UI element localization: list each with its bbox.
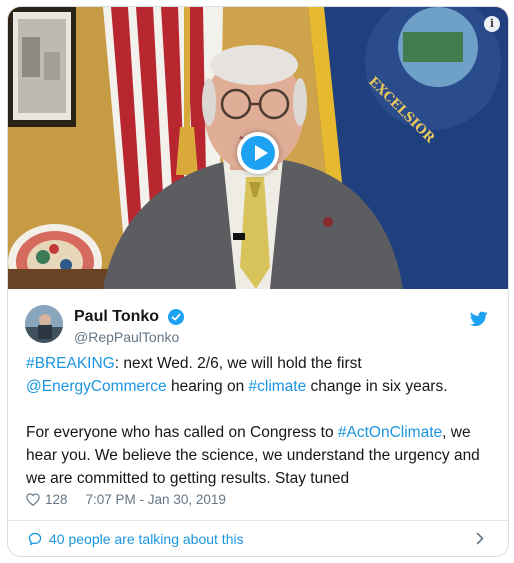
speech-bubble-icon <box>28 532 42 545</box>
chevron-right-icon <box>476 532 484 545</box>
tweet-timestamp[interactable]: 7:07 PM - Jan 30, 2019 <box>86 492 226 507</box>
tweet-text-segment: change in six years. <box>306 378 448 395</box>
play-icon <box>255 145 268 161</box>
author-handle[interactable]: @RepPaulTonko <box>74 329 179 345</box>
tweet-paragraph: #BREAKING: next Wed. 2/6, we will hold t… <box>26 352 496 398</box>
talking-about-link[interactable]: 40 people are talking about this <box>8 521 508 556</box>
heart-icon[interactable] <box>26 492 40 506</box>
author-name[interactable]: Paul Tonko <box>74 308 159 326</box>
tweet-text-segment: hearing on <box>166 378 249 395</box>
tweet-card: EXCELSIOR i Paul Tonko @RepPaulTonko #BR… <box>7 6 509 557</box>
avatar[interactable] <box>25 305 63 343</box>
mention-energycommerce[interactable]: @EnergyCommerce <box>26 378 167 395</box>
tweet-paragraph: For everyone who has called on Congress … <box>26 421 496 490</box>
tweet-meta: 128 7:07 PM - Jan 30, 2019 <box>26 489 226 509</box>
hashtag-actonclimate[interactable]: #ActOnClimate <box>338 424 442 441</box>
hashtag-climate[interactable]: #climate <box>249 378 307 395</box>
tweet-text-segment: For everyone who has called on Congress … <box>26 424 338 441</box>
verified-badge-icon <box>168 309 184 325</box>
talking-about-label: 40 people are talking about this <box>49 530 244 547</box>
tweet-header: Paul Tonko @RepPaulTonko <box>8 289 508 349</box>
like-count[interactable]: 128 <box>45 492 68 507</box>
info-icon[interactable]: i <box>484 16 500 32</box>
tweet-text: #BREAKING: next Wed. 2/6, we will hold t… <box>26 352 496 490</box>
video-player[interactable]: EXCELSIOR i <box>8 7 508 289</box>
play-button[interactable] <box>237 132 279 174</box>
hashtag-breaking[interactable]: #BREAKING <box>26 355 115 372</box>
avatar-image <box>25 305 63 343</box>
twitter-bird-icon[interactable] <box>470 311 488 327</box>
tweet-text-segment: : next Wed. 2/6, we will hold the first <box>114 355 362 372</box>
